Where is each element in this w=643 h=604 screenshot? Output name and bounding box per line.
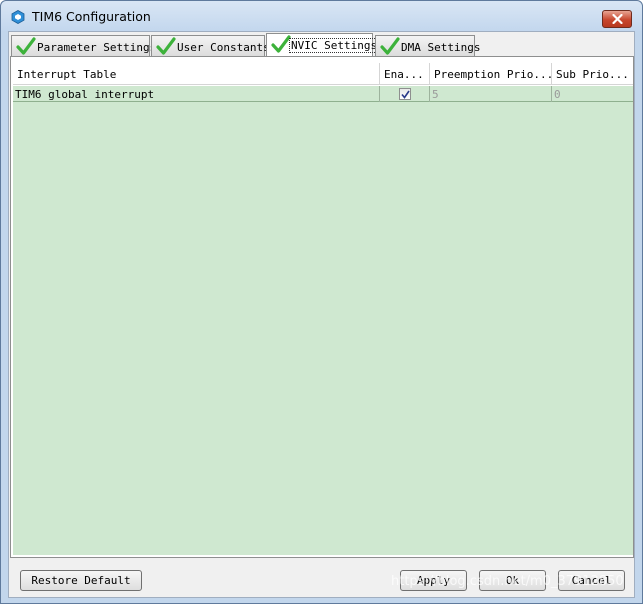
window-title: TIM6 Configuration	[32, 9, 151, 24]
tab-label: User Constants	[177, 41, 270, 54]
tab-dma-settings[interactable]: DMA Settings	[375, 35, 480, 56]
table-row[interactable]: TIM6 global interrupt 5 0	[13, 86, 633, 102]
interrupt-table: TIM6 global interrupt 5 0	[13, 86, 633, 555]
tab-label: DMA Settings	[401, 41, 481, 54]
table-header: Interrupt Table Ena... Preemption Prio..…	[13, 63, 633, 85]
enabled-cell	[380, 86, 430, 102]
checkmark-icon	[401, 90, 410, 99]
interrupt-name-cell: TIM6 global interrupt	[13, 86, 380, 102]
tab-label: Parameter Settings	[37, 41, 157, 54]
dialog-client-area: Parameter Settings User Constants NVIC S…	[8, 31, 635, 598]
tab-label: NVIC Settings	[288, 38, 380, 53]
close-button[interactable]	[602, 10, 632, 28]
hexagon-icon	[11, 10, 25, 24]
column-header-sub-priority[interactable]: Sub Prio...	[552, 63, 633, 85]
nvic-settings-panel: Interrupt Table Ena... Preemption Prio..…	[10, 56, 634, 558]
close-icon	[612, 14, 623, 24]
column-header-interrupt-table[interactable]: Interrupt Table	[13, 63, 380, 85]
preemption-priority-cell[interactable]: 5	[430, 86, 552, 102]
tab-user-constants[interactable]: User Constants	[151, 35, 270, 56]
enabled-checkbox[interactable]	[399, 88, 411, 100]
restore-default-button[interactable]: Restore Default	[20, 570, 142, 591]
column-header-preemption-priority[interactable]: Preemption Prio...	[430, 63, 552, 85]
ok-button[interactable]: Ok	[479, 570, 546, 591]
configuration-window: TIM6 Configuration Parameter Settings Us…	[0, 0, 643, 604]
checkmark-icon	[156, 37, 176, 55]
tab-nvic-settings[interactable]: NVIC Settings	[266, 33, 380, 56]
sub-priority-cell[interactable]: 0	[552, 86, 633, 102]
title-bar[interactable]: TIM6 Configuration	[1, 1, 642, 31]
checkmark-icon	[16, 37, 36, 55]
checkmark-icon	[271, 35, 291, 53]
tab-parameter-settings[interactable]: Parameter Settings	[11, 35, 156, 56]
checkmark-icon	[380, 37, 400, 55]
apply-button[interactable]: Apply	[400, 570, 467, 591]
tab-bar: Parameter Settings User Constants NVIC S…	[9, 32, 634, 56]
column-header-enabled[interactable]: Ena...	[380, 63, 430, 85]
cancel-button[interactable]: Cancel	[558, 570, 625, 591]
